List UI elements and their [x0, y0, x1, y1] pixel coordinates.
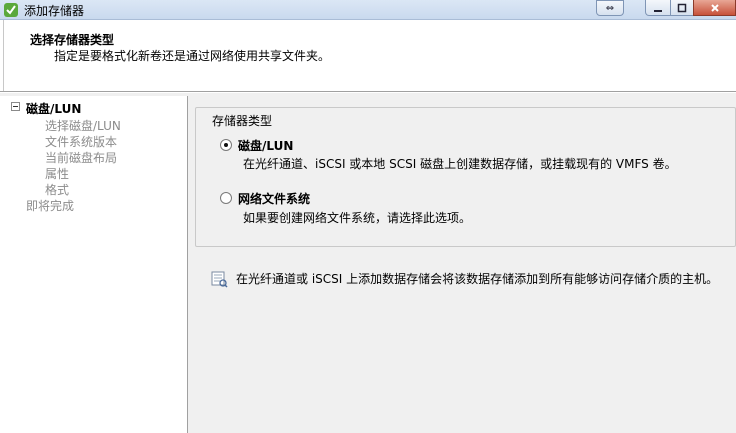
nfs-label[interactable]: 网络文件系统	[238, 190, 310, 207]
nav-step-disk-lun[interactable]: 磁盘/LUN	[26, 100, 81, 117]
nav-step-fs-version[interactable]: 文件系统版本	[45, 133, 117, 150]
title-bar: 添加存储器 ⇔	[0, 0, 736, 20]
header-divider	[3, 20, 4, 91]
nfs-description: 如果要创建网络文件系统，请选择此选项。	[243, 211, 472, 225]
collapse-icon[interactable]	[11, 102, 20, 111]
nfs-radio[interactable]	[220, 192, 232, 204]
window-title: 添加存储器	[24, 4, 85, 18]
minimize-button[interactable]	[645, 0, 671, 16]
disk-lun-description: 在光纤通道、iSCSI 或本地 SCSI 磁盘上创建数据存储，或挂载现有的 VM…	[243, 157, 677, 171]
wizard-header: 选择存储器类型 指定是要格式化新卷还是通过网络使用共享文件夹。	[0, 20, 736, 91]
nav-step-format[interactable]: 格式	[45, 181, 69, 198]
info-message: 在光纤通道或 iSCSI 上添加数据存储会将该数据存储添加到所有能够访问存储介质…	[236, 272, 719, 286]
group-legend: 存储器类型	[209, 112, 276, 129]
nav-step-finish[interactable]: 即将完成	[26, 197, 74, 214]
disk-lun-radio[interactable]	[220, 139, 232, 151]
wizard-content: 存储器类型 磁盘/LUN 在光纤通道、iSCSI 或本地 SCSI 磁盘上创建数…	[189, 96, 736, 433]
maximize-button[interactable]	[670, 0, 694, 16]
wizard-steps-nav: 磁盘/LUN 选择磁盘/LUN 文件系统版本 当前磁盘布局 属性 格式 即将完成	[0, 96, 188, 433]
info-note-icon	[210, 270, 228, 288]
page-subtitle: 指定是要格式化新卷还是通过网络使用共享文件夹。	[54, 49, 331, 63]
close-button[interactable]	[693, 0, 736, 16]
nav-step-properties[interactable]: 属性	[45, 165, 69, 182]
nav-step-disk-layout[interactable]: 当前磁盘布局	[45, 149, 117, 166]
header-separator	[0, 91, 736, 93]
app-icon	[3, 2, 19, 18]
storage-type-group: 存储器类型 磁盘/LUN 在光纤通道、iSCSI 或本地 SCSI 磁盘上创建数…	[195, 107, 736, 247]
swap-window-icon[interactable]: ⇔	[596, 0, 624, 16]
page-title: 选择存储器类型	[30, 33, 115, 47]
disk-lun-label[interactable]: 磁盘/LUN	[238, 137, 293, 154]
nav-step-select-disk[interactable]: 选择磁盘/LUN	[45, 117, 121, 134]
